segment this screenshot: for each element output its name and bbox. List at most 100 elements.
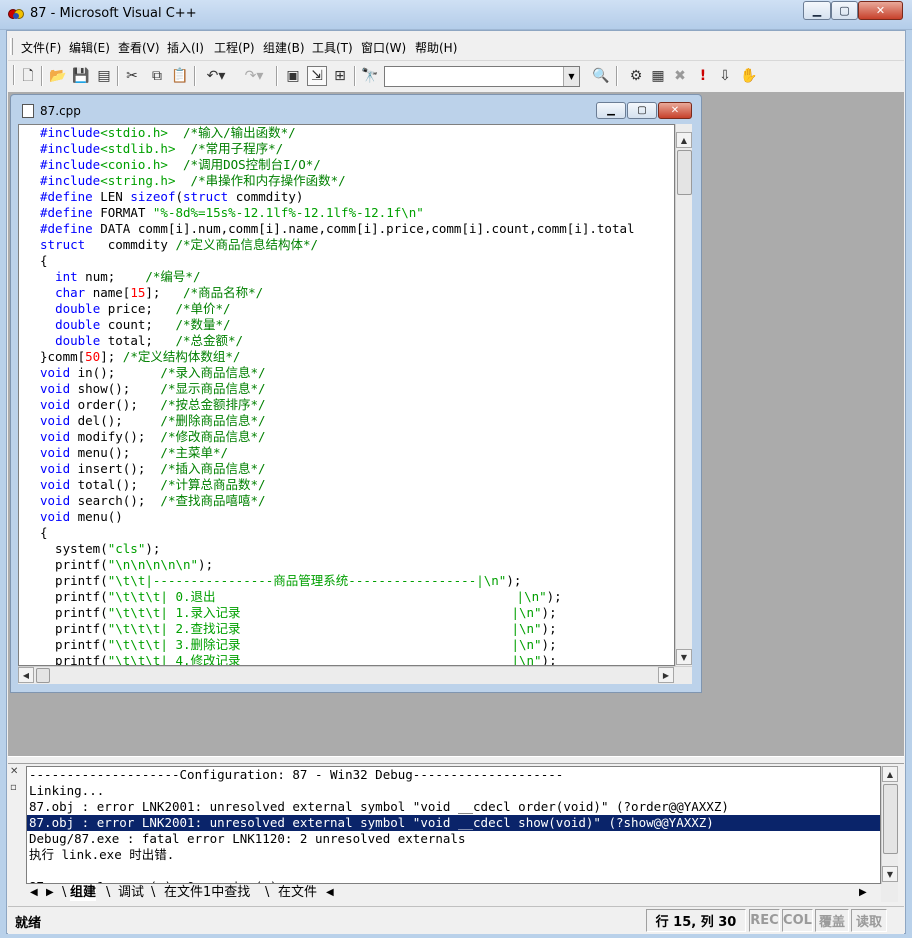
- breakpoint-icon[interactable]: ✋: [739, 66, 759, 86]
- output-line[interactable]: 87.obj : error LNK2001: unresolved exter…: [29, 799, 729, 815]
- code-line[interactable]: double price; /*单价*/: [40, 301, 231, 317]
- output-icon[interactable]: ⇲: [307, 66, 327, 86]
- code-line[interactable]: void menu(): [40, 509, 123, 525]
- code-line[interactable]: printf("\t\t\t| 4.修改记录 |\n");: [40, 653, 557, 665]
- code-line[interactable]: void in(); /*录入商品信息*/: [40, 365, 266, 381]
- code-line[interactable]: #define LEN sizeof(struct commdity): [40, 189, 303, 205]
- scroll-down-icon[interactable]: ▼: [676, 649, 692, 665]
- code-line[interactable]: {: [40, 525, 48, 541]
- code-line[interactable]: #define FORMAT "%-8d%=15s%-12.1lf%-12.1l…: [40, 205, 424, 221]
- pane-splitter[interactable]: [8, 756, 904, 764]
- find-icon[interactable]: 🔍: [591, 66, 611, 86]
- output-line[interactable]: 87.obj : error LNK2001: unresolved exter…: [27, 815, 880, 831]
- go-icon[interactable]: ⇩: [715, 66, 735, 86]
- chevron-down-icon[interactable]: ▼: [563, 67, 579, 86]
- save-all-icon[interactable]: ▤: [94, 66, 114, 86]
- code-line[interactable]: system("cls");: [40, 541, 160, 557]
- menu-edit[interactable]: 编辑(E): [69, 39, 110, 56]
- tab-find-in-files-1[interactable]: 在文件1中查找: [164, 884, 250, 901]
- execute-icon[interactable]: !: [693, 66, 713, 86]
- code-line[interactable]: char name[15]; /*商品名称*/: [40, 285, 263, 301]
- doc-close-button[interactable]: ✕: [658, 102, 692, 119]
- tab-debug[interactable]: 调试: [118, 884, 144, 901]
- menu-project[interactable]: 工程(P): [214, 39, 255, 56]
- code-line[interactable]: double count; /*数量*/: [40, 317, 231, 333]
- paste-icon[interactable]: 📋: [170, 66, 190, 86]
- code-line[interactable]: void insert(); /*插入商品信息*/: [40, 461, 266, 477]
- scroll-left-icon[interactable]: ◀: [18, 667, 34, 683]
- scroll-right-icon[interactable]: ▶: [859, 884, 867, 901]
- code-line[interactable]: void search(); /*查找商品嘻嘻*/: [40, 493, 266, 509]
- code-editor[interactable]: #include<stdio.h> /*输入/输出函数*/#include<st…: [18, 124, 675, 666]
- menu-view[interactable]: 查看(V): [118, 39, 160, 56]
- code-line[interactable]: double total; /*总金额*/: [40, 333, 243, 349]
- editor-hscroll-thumb[interactable]: [36, 668, 50, 683]
- code-line[interactable]: void del(); /*删除商品信息*/: [40, 413, 266, 429]
- doc-minimize-button[interactable]: ▁: [596, 102, 626, 119]
- code-line[interactable]: int num; /*编号*/: [40, 269, 200, 285]
- tab-nav-left-icon[interactable]: ◀: [30, 884, 38, 901]
- close-button[interactable]: ✕: [858, 1, 903, 20]
- window-list-icon[interactable]: ⊞: [330, 66, 350, 86]
- undo-icon[interactable]: ↶▾: [200, 66, 232, 86]
- code-line[interactable]: printf("\t\t\t| 1.录入记录 |\n");: [40, 605, 557, 621]
- code-line[interactable]: }comm[50]; /*定义结构体数组*/: [40, 349, 240, 365]
- output-pane[interactable]: --------------------Configuration: 87 - …: [26, 766, 881, 884]
- scroll-left-icon[interactable]: ◀: [326, 884, 334, 901]
- menu-insert[interactable]: 插入(I): [167, 39, 204, 56]
- scroll-up-icon[interactable]: ▲: [882, 766, 898, 782]
- code-line[interactable]: #define DATA comm[i].num,comm[i].name,co…: [40, 221, 635, 237]
- open-icon[interactable]: 📂: [48, 66, 68, 86]
- code-line[interactable]: #include<conio.h> /*调用DOS控制台I/O*/: [40, 157, 321, 173]
- code-line[interactable]: {: [40, 253, 48, 269]
- maximize-button[interactable]: ▢: [831, 1, 858, 20]
- copy-icon[interactable]: ⧉: [147, 66, 167, 86]
- minimize-button[interactable]: ▁: [803, 1, 831, 20]
- menu-help[interactable]: 帮助(H): [415, 39, 457, 56]
- code-line[interactable]: struct commdity /*定义商品信息结构体*/: [40, 237, 318, 253]
- tab-nav-right-icon[interactable]: ▶: [46, 884, 54, 901]
- close-icon[interactable]: ✕: [10, 766, 18, 777]
- redo-icon[interactable]: ↷▾: [238, 66, 270, 86]
- code-line[interactable]: printf("\t\t\t| 0.退出 |\n");: [40, 589, 562, 605]
- code-line[interactable]: void order(); /*按总金额排序*/: [40, 397, 266, 413]
- output-line[interactable]: Linking...: [29, 783, 104, 799]
- code-line[interactable]: void show(); /*显示商品信息*/: [40, 381, 266, 397]
- scroll-right-icon[interactable]: ▶: [658, 667, 674, 683]
- code-line[interactable]: printf("\t\t|----------------商品管理系统-----…: [40, 573, 521, 589]
- code-line[interactable]: void menu(); /*主菜单*/: [40, 445, 228, 461]
- build-icon[interactable]: ▦: [648, 66, 668, 86]
- code-line[interactable]: #include<string.h> /*串操作和内存操作函数*/: [40, 173, 346, 189]
- menu-file[interactable]: 文件(F): [21, 39, 61, 56]
- scroll-up-icon[interactable]: ▲: [676, 132, 692, 148]
- output-pane-grip[interactable]: ✕ ▫: [10, 766, 22, 886]
- code-line[interactable]: #include<stdlib.h> /*常用子程序*/: [40, 141, 283, 157]
- code-line[interactable]: printf("\n\n\n\n\n");: [40, 557, 213, 573]
- find-in-files-icon[interactable]: 🔭: [360, 66, 380, 86]
- output-line[interactable]: 执行 link.exe 时出错.: [29, 847, 174, 863]
- code-line[interactable]: void modify(); /*修改商品信息*/: [40, 429, 266, 445]
- code-line[interactable]: printf("\t\t\t| 3.删除记录 |\n");: [40, 637, 557, 653]
- output-line[interactable]: Debug/87.exe : fatal error LNK1120: 2 un…: [29, 831, 466, 847]
- output-vertical-scrollbar[interactable]: ▲ ▼: [881, 766, 898, 884]
- menu-build[interactable]: 组建(B): [263, 39, 305, 56]
- menu-grip[interactable]: [10, 38, 13, 55]
- output-line[interactable]: --------------------Configuration: 87 - …: [29, 767, 563, 783]
- tab-build[interactable]: 组建: [70, 884, 97, 901]
- stop-build-icon[interactable]: ✖: [670, 66, 690, 86]
- menu-window[interactable]: 窗口(W): [361, 39, 406, 56]
- new-file-icon[interactable]: 🗋: [18, 66, 38, 86]
- code-line[interactable]: void total(); /*计算总商品数*/: [40, 477, 266, 493]
- output-scroll-thumb[interactable]: [883, 784, 898, 854]
- code-line[interactable]: #include<stdio.h> /*输入/输出函数*/: [40, 125, 296, 141]
- dock-icon[interactable]: ▫: [10, 782, 17, 793]
- tab-find-in-files-2[interactable]: 在文件: [278, 884, 317, 901]
- editor-vertical-scrollbar[interactable]: ▲ ▼: [675, 124, 692, 666]
- doc-maximize-button[interactable]: ▢: [627, 102, 657, 119]
- toolbar-grip[interactable]: [13, 65, 15, 85]
- find-combo[interactable]: ▼: [384, 66, 580, 87]
- cut-icon[interactable]: ✂: [122, 66, 142, 86]
- scroll-down-icon[interactable]: ▼: [882, 866, 898, 882]
- editor-scroll-thumb[interactable]: [677, 150, 692, 195]
- compile-icon[interactable]: ⚙: [626, 66, 646, 86]
